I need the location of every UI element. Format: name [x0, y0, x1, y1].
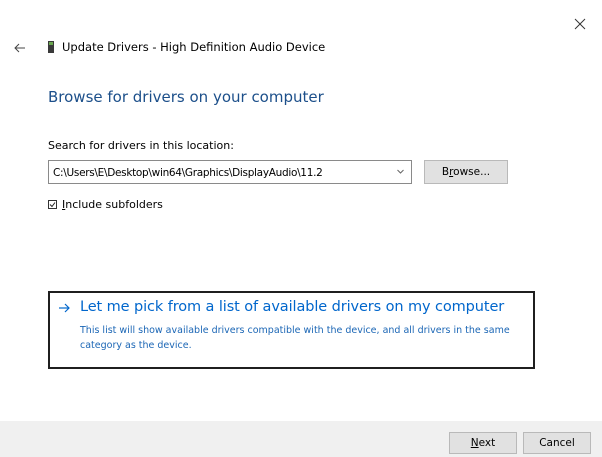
page-heading: Browse for drivers on your computer [48, 88, 324, 106]
right-arrow-icon [59, 303, 70, 313]
close-button[interactable] [572, 16, 588, 32]
checkbox-box[interactable] [48, 199, 57, 209]
cancel-button[interactable]: Cancel [523, 432, 591, 454]
driver-path-combobox[interactable] [48, 160, 412, 184]
back-button[interactable] [13, 40, 29, 54]
update-drivers-window: Update Drivers - High Definition Audio D… [0, 0, 602, 457]
browse-label-pre: B [441, 166, 450, 178]
driver-path-input[interactable] [53, 165, 383, 180]
dialog-footer: Next Cancel [0, 421, 602, 457]
checkmark-icon [49, 201, 56, 207]
search-location-label: Search for drivers in this location: [48, 139, 234, 152]
next-button[interactable]: Next [449, 432, 517, 454]
next-label-accesskey: N [470, 437, 479, 449]
browse-label-post: owse... [453, 166, 491, 178]
close-icon [574, 18, 586, 30]
pick-from-list-description: This list will show available drivers co… [80, 325, 510, 351]
browse-button[interactable]: Browse... [424, 160, 508, 184]
audio-device-icon [48, 41, 54, 53]
back-arrow-icon [14, 43, 25, 53]
pick-from-list-title[interactable]: Let me pick from a list of available dri… [80, 299, 504, 315]
next-label-post: ext [478, 437, 496, 449]
chevron-down-icon[interactable] [396, 167, 405, 176]
pick-from-list-option[interactable]: Let me pick from a list of available dri… [48, 291, 535, 369]
include-label-post: nclude subfolders [65, 197, 163, 211]
include-subfolders-label: Include subfolders [62, 198, 163, 211]
include-subfolders-checkbox[interactable]: Include subfolders [48, 197, 163, 211]
window-title: Update Drivers - High Definition Audio D… [62, 40, 326, 54]
